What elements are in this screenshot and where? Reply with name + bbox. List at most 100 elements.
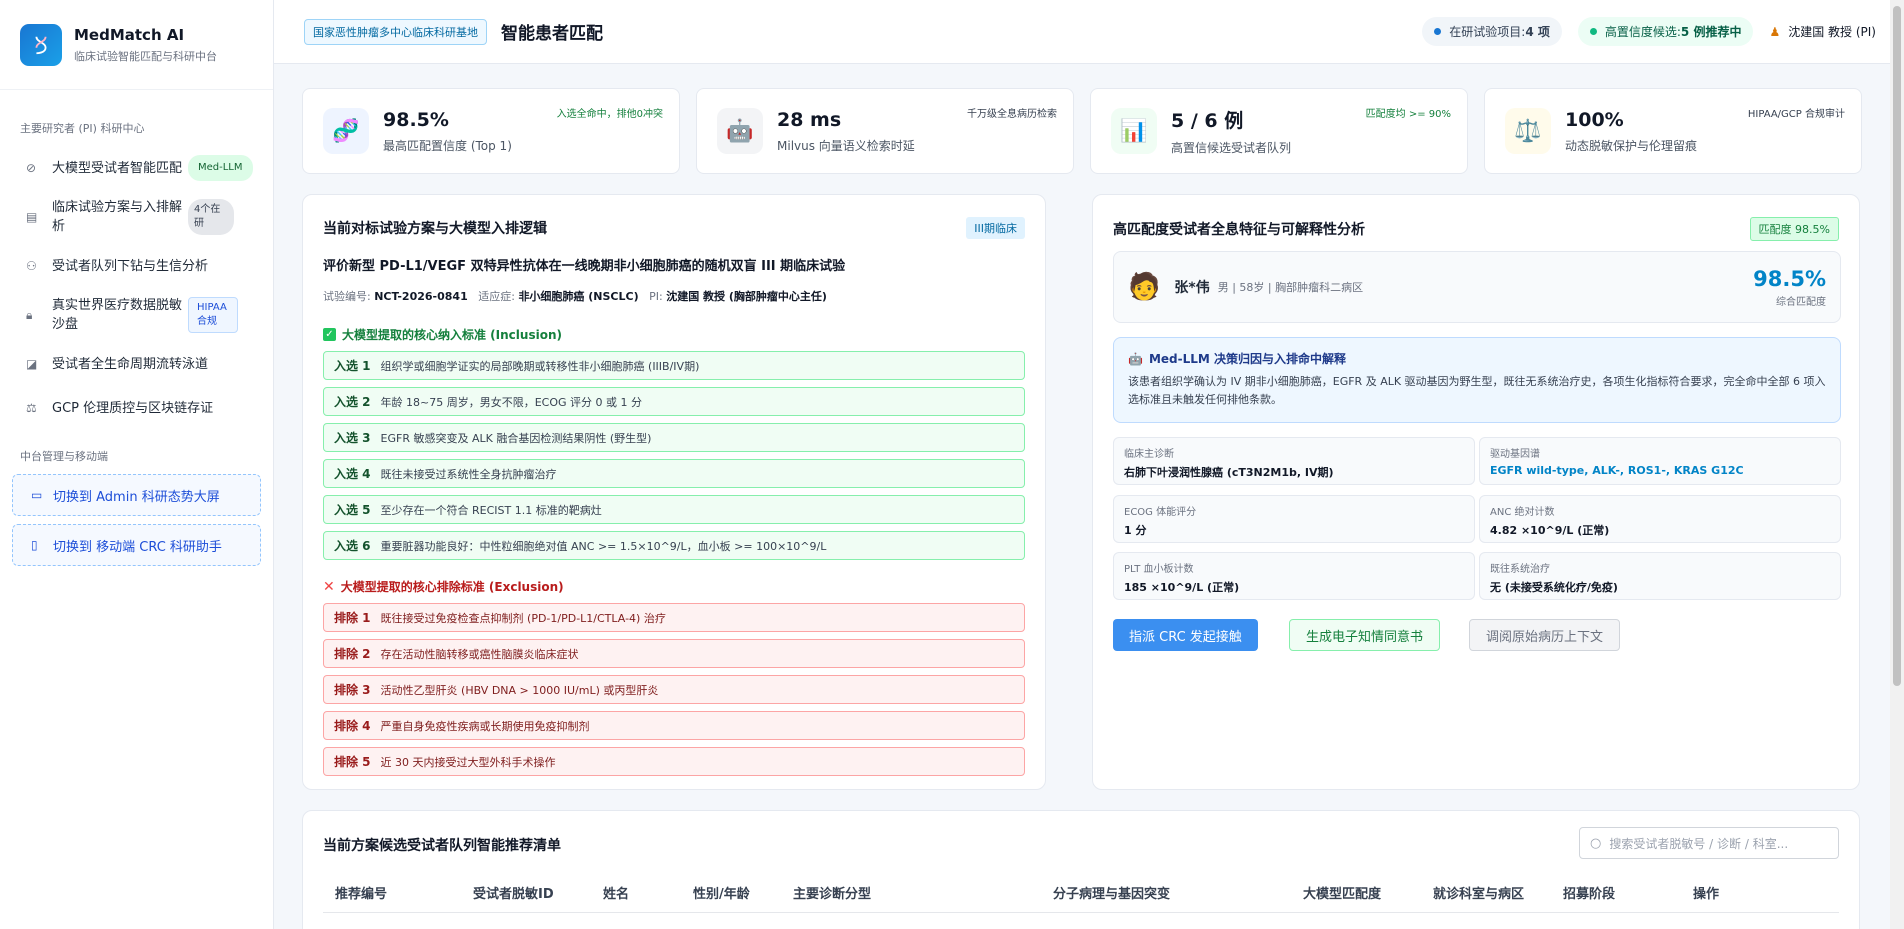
- indication-value: 非小细胞肺癌 (NSCLC): [518, 290, 639, 303]
- column-header[interactable]: 受试者脱敏ID: [473, 883, 554, 902]
- criterion-text: EGFR 敏感突变及 ALK 融合基因检测结果阴性 (野生型): [380, 431, 652, 445]
- column-header[interactable]: 分子病理与基因突变: [1053, 883, 1170, 902]
- check-icon: ✓: [323, 328, 336, 341]
- column-header[interactable]: 招募阶段: [1563, 883, 1615, 902]
- document-icon: ▤: [26, 209, 38, 224]
- criterion-tag: 入选 4: [334, 467, 371, 481]
- feature-value: 185 ×10^9/L (正常): [1124, 581, 1240, 594]
- sidebar-item-smart-match[interactable]: ⊘ 大模型受试者智能匹配 Med-LLM: [0, 146, 273, 190]
- view-records-button[interactable]: 调阅原始病历上下文: [1469, 619, 1621, 651]
- explain-box: 🤖 Med-LLM 决策归因与入排命中解释 该患者组织学确认为 IV 期非小细胞…: [1113, 337, 1841, 423]
- feature-card: 驱动基因谱 EGFR wild-type, ALK-, ROS1-, KRAS …: [1479, 437, 1841, 485]
- inclusion-item: 入选 5 至少存在一个符合 RECIST 1.1 标准的靶病灶: [323, 495, 1025, 524]
- stat-value: 100%: [1565, 108, 1624, 131]
- sidebar-item-label: 大模型受试者智能匹配: [52, 160, 183, 176]
- patient-card[interactable]: 🧑 张*伟 男 | 58岁 | 胸部肿瘤科二病区 98.5% 综合匹配度: [1113, 251, 1841, 323]
- inclusion-item: 入选 1 组织学或细胞学证实的局部晚期或转移性非小细胞肺癌 (IIIB/IV期): [323, 351, 1025, 380]
- cross-icon: ✕: [323, 578, 335, 595]
- patient-score: 98.5%: [1753, 266, 1826, 291]
- user-menu[interactable]: ♟ 沈建国 教授 (PI): [1769, 23, 1876, 40]
- column-header[interactable]: 就诊科室与病区: [1433, 883, 1524, 902]
- column-header[interactable]: 大模型匹配度: [1303, 883, 1381, 902]
- exclusion-header: ✕ 大模型提取的核心排除标准 (Exclusion): [323, 578, 1025, 595]
- feature-key: ECOG 体能评分: [1124, 507, 1197, 518]
- switch-admin-button[interactable]: ▭ 切换到 Admin 科研态势大屏: [12, 474, 261, 516]
- table-header: 推荐编号 受试者脱敏ID 姓名 性别/年龄 主要诊断分型 分子病理与基因突变 大…: [323, 883, 1839, 913]
- dna-icon: 🧬: [323, 108, 369, 154]
- phase-tag: III期临床: [966, 217, 1025, 239]
- exclusion-item: 排除 2 存在活动性脑转移或癌性脑膜炎临床症状: [323, 639, 1025, 668]
- sidebar-item-rwd-sandbox[interactable]: 🔒︎ 真实世界医疗数据脱敏沙盘 HIPAA合规: [0, 288, 273, 342]
- chart-icon: ◪: [26, 356, 38, 371]
- feature-key: 既往系统治疗: [1490, 564, 1550, 575]
- inclusion-item: 入选 4 既往未接受过系统性全身抗肿瘤治疗: [323, 459, 1025, 488]
- brand-name: MedMatch AI: [74, 25, 185, 44]
- feature-key: 驱动基因谱: [1490, 449, 1540, 460]
- patient-meta: 男 | 58岁 | 胸部肿瘤科二病区: [1217, 281, 1364, 294]
- exclusion-item: 排除 5 近 30 天内接受过大型外科手术操作: [323, 747, 1025, 776]
- sidebar-item-cohort[interactable]: ⚇ 受试者队列下钻与生信分析: [0, 244, 273, 288]
- criterion-tag: 入选 6: [334, 539, 371, 553]
- brand-subtitle: 临床试验智能匹配与科研中台: [74, 49, 217, 63]
- stat-label: Milvus 向量语义检索时延: [777, 138, 915, 153]
- generate-consent-button[interactable]: 生成电子知情同意书: [1289, 619, 1441, 651]
- org-tag: 国家恶性肿瘤多中心临床科研基地: [304, 18, 487, 45]
- stat-value: 98.5%: [383, 108, 449, 131]
- feature-value: 无 (未接受系统化疗/免疫): [1490, 581, 1618, 594]
- search-icon: ○: [1590, 835, 1602, 851]
- inclusion-item: 入选 6 重要脏器功能良好：中性粒细胞绝对值 ANC >= 1.5×10^9/L，…: [323, 531, 1025, 560]
- sidebar-badge: Med-LLM: [188, 155, 253, 181]
- stat-card-latency: 🤖 28 ms Milvus 向量语义检索时延 千万级全息病历检索: [696, 88, 1074, 174]
- trial-id-value: NCT-2026-0841: [374, 290, 468, 303]
- column-header[interactable]: 主要诊断分型: [793, 883, 871, 902]
- search-input[interactable]: ○ 搜索受试者脱敏号 / 诊断 / 科室...: [1579, 827, 1839, 859]
- criterion-tag: 排除 5: [334, 755, 371, 769]
- search-placeholder: 搜索受试者脱敏号 / 诊断 / 科室...: [1609, 836, 1789, 851]
- match-tag: 匹配度 98.5%: [1749, 217, 1839, 241]
- sidebar-badge: HIPAA合规: [188, 297, 238, 333]
- criterion-text: 严重自身免疫性疾病或长期使用免疫抑制剂: [380, 719, 590, 733]
- feature-value: 右肺下叶浸润性腺癌 (cT3N2M1b, IV期): [1124, 466, 1334, 479]
- criterion-tag: 排除 2: [334, 647, 371, 661]
- sidebar-item-label: 受试者全生命周期流转泳道: [52, 356, 209, 372]
- exclusion-item: 排除 4 严重自身免疫性疾病或长期使用免疫抑制剂: [323, 711, 1025, 740]
- feature-card: ECOG 体能评分 1 分: [1113, 495, 1475, 543]
- robot-icon: 🤖: [1128, 351, 1143, 366]
- trial-panel: 当前对标试验方案与大模型入排逻辑 III期临床 评价新型 PD-L1/VEGF …: [302, 194, 1046, 790]
- status-dot: [1434, 28, 1442, 35]
- candidates-label: 高置信度候选:: [1604, 25, 1681, 39]
- pi-label: PI:: [649, 290, 667, 303]
- criterion-tag: 入选 3: [334, 431, 371, 445]
- robot-icon: 🤖: [717, 108, 763, 154]
- mobile-icon: ▯: [31, 538, 38, 552]
- scrollbar-thumb[interactable]: [1893, 6, 1901, 686]
- assign-crc-button[interactable]: 指派 CRC 发起接触: [1113, 619, 1258, 651]
- sidebar-item-gcp-audit[interactable]: ⚖ GCP 伦理质控与区块链存证: [0, 386, 273, 430]
- stat-label: 高置信候选受试者队列: [1171, 141, 1292, 155]
- stat-value: 28 ms: [777, 108, 842, 131]
- indication-label: 适应症:: [478, 290, 519, 303]
- switch-mobile-button[interactable]: ▯ 切换到 移动端 CRC 科研助手: [12, 524, 261, 566]
- criterion-text: 活动性乙型肝炎 (HBV DNA > 1000 IU/mL) 或丙型肝炎: [380, 683, 659, 697]
- column-header[interactable]: 推荐编号: [335, 883, 387, 902]
- column-header[interactable]: 姓名: [603, 883, 629, 902]
- page-scrollbar[interactable]: [1890, 0, 1904, 929]
- criterion-tag: 排除 1: [334, 611, 371, 625]
- switch-mobile-label: 切换到 移动端 CRC 科研助手: [53, 539, 222, 555]
- sidebar-item-lifecycle[interactable]: ◪ 受试者全生命周期流转泳道: [0, 342, 273, 386]
- exclusion-item: 排除 1 既往接受过免疫检查点抑制剂 (PD-1/PD-L1/CTLA-4) 治疗: [323, 603, 1025, 632]
- column-header[interactable]: 性别/年龄: [693, 883, 750, 902]
- trial-meta: 试验编号: NCT-2026-0841 适应症: 非小细胞肺癌 (NSCLC) …: [323, 288, 1025, 304]
- stat-note: 入选全命中，排他0冲突: [556, 109, 663, 120]
- patient-panel-title: 高匹配度受试者全息特征与可解释性分析: [1113, 222, 1365, 238]
- stat-note: HIPAA/GCP 合规审计: [1747, 109, 1845, 120]
- candidate-list-title: 当前方案候选受试者队列智能推荐清单: [323, 838, 561, 854]
- stat-note: 匹配度均 >= 90%: [1365, 109, 1451, 120]
- trial-panel-title: 当前对标试验方案与大模型入排逻辑: [323, 221, 547, 237]
- criterion-text: 至少存在一个符合 RECIST 1.1 标准的靶病灶: [380, 503, 602, 517]
- sidebar-item-protocol[interactable]: ▤ 临床试验方案与入排解析 4个在研: [0, 190, 273, 244]
- switch-admin-label: 切换到 Admin 科研态势大屏: [53, 489, 220, 505]
- column-header[interactable]: 操作: [1693, 883, 1719, 902]
- compass-icon: ⊘: [26, 160, 37, 175]
- sidebar: MedMatch AI 临床试验智能匹配与科研中台 主要研究者 (PI) 科研中…: [0, 0, 274, 929]
